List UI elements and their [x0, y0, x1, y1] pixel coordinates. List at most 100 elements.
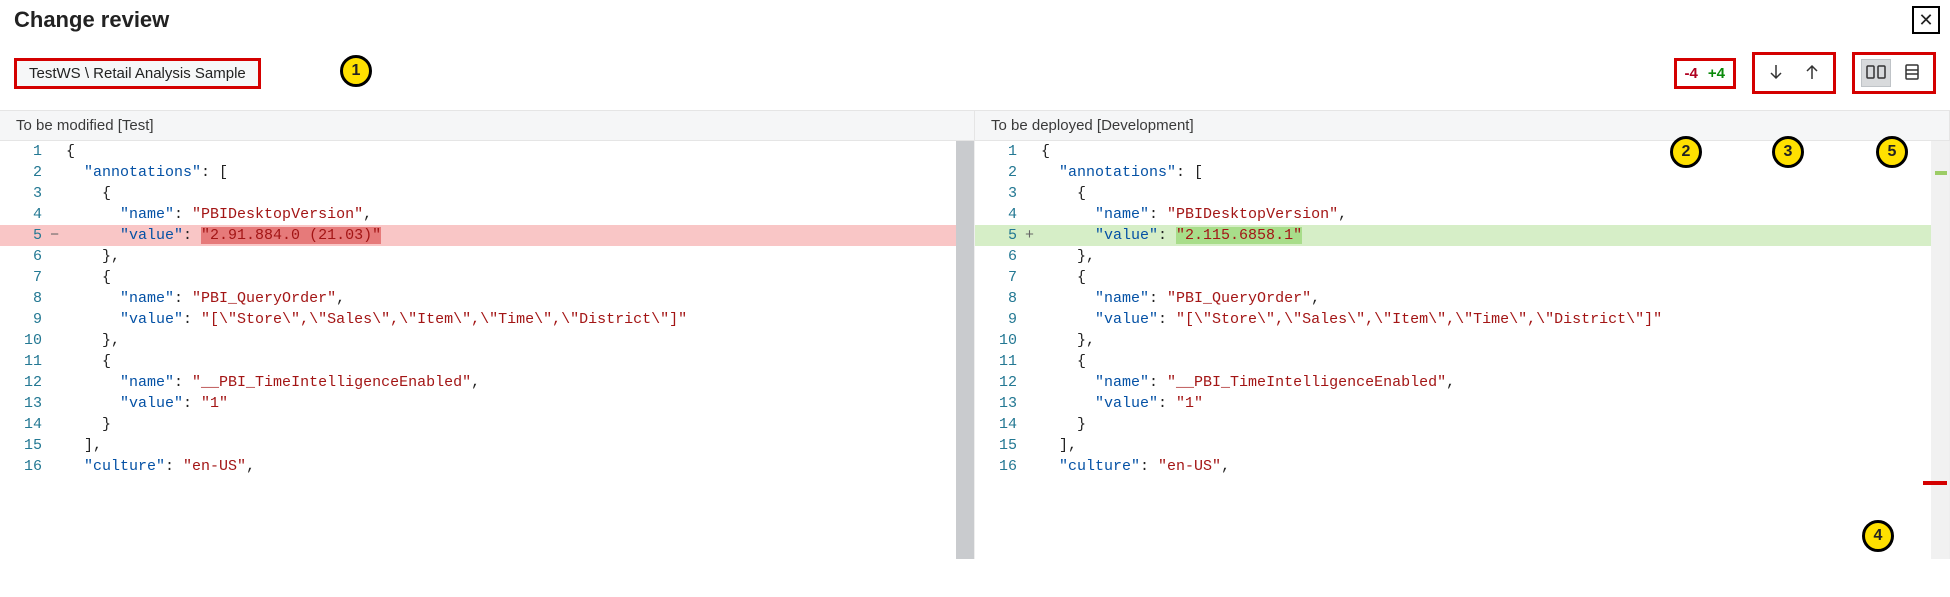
- code-token: "annotations": [1059, 164, 1176, 181]
- side-by-side-icon: [1866, 64, 1886, 83]
- inline-view-button[interactable]: [1897, 59, 1927, 87]
- line-number: 5: [0, 225, 50, 246]
- minimap-del-marker[interactable]: [1923, 481, 1947, 485]
- code-token: "name": [1095, 374, 1149, 391]
- removed-line: 5− "value": "2.91.884.0 (21.03)": [0, 225, 974, 246]
- code-token: "name": [120, 374, 174, 391]
- code-token: "PBI_QueryOrder": [1167, 290, 1311, 307]
- line-number: 6: [0, 246, 50, 267]
- code-token: "culture": [84, 458, 165, 475]
- code-token: : [: [1176, 164, 1203, 181]
- code-token: "name": [1095, 206, 1149, 223]
- code-token: "culture": [1059, 458, 1140, 475]
- file-breadcrumb[interactable]: TestWS \ Retail Analysis Sample: [14, 58, 261, 89]
- line-number: 12: [975, 372, 1025, 393]
- code-token: "1": [1176, 395, 1203, 412]
- code-token: "en-US": [183, 458, 246, 475]
- left-scrollbar[interactable]: [956, 141, 974, 559]
- inline-view-icon: [1904, 64, 1920, 83]
- diff-plus-marker: +: [1025, 225, 1039, 246]
- line-number: 11: [0, 351, 50, 372]
- line-number: 8: [0, 288, 50, 309]
- line-number: 10: [0, 330, 50, 351]
- code-token: {: [66, 143, 75, 160]
- file-breadcrumb-label: TestWS \ Retail Analysis Sample: [29, 65, 246, 82]
- callout-5: 5: [1876, 136, 1908, 168]
- prev-change-button[interactable]: [1797, 59, 1827, 87]
- code-token: "[\"Store\",\"Sales\",\"Item\",\"Time\",…: [201, 311, 687, 328]
- arrow-down-icon: [1768, 63, 1784, 84]
- code-token: "name": [1095, 290, 1149, 307]
- line-number: 16: [0, 456, 50, 477]
- code-token: },: [1077, 332, 1095, 349]
- diff-removed-count: -4: [1685, 65, 1698, 82]
- code-token: "en-US": [1158, 458, 1221, 475]
- code-token: },: [102, 248, 120, 265]
- code-token: "1": [201, 395, 228, 412]
- line-number: 15: [0, 435, 50, 456]
- next-change-button[interactable]: [1761, 59, 1791, 87]
- right-code-pane[interactable]: 1{ 2 "annotations": [ 3 { 4 "name": "PBI…: [975, 141, 1950, 559]
- callout-2: 2: [1670, 136, 1702, 168]
- page-title: Change review: [14, 7, 169, 33]
- line-number: 1: [975, 141, 1025, 162]
- minimap-add-marker[interactable]: [1935, 171, 1947, 175]
- line-number: 9: [975, 309, 1025, 330]
- code-token: "value": [1095, 311, 1158, 328]
- line-number: 1: [0, 141, 50, 162]
- close-button[interactable]: ✕: [1912, 6, 1940, 34]
- line-number: 2: [0, 162, 50, 183]
- code-token: "[\"Store\",\"Sales\",\"Item\",\"Time\",…: [1176, 311, 1662, 328]
- line-number: 12: [0, 372, 50, 393]
- code-token: {: [102, 185, 111, 202]
- line-number: 14: [0, 414, 50, 435]
- code-token: ],: [84, 437, 102, 454]
- code-token: "2.115.6858.1": [1176, 227, 1302, 244]
- line-number: 16: [975, 456, 1025, 477]
- code-token: {: [102, 269, 111, 286]
- code-token: "PBIDesktopVersion": [1167, 206, 1338, 223]
- code-token: "value": [120, 311, 183, 328]
- code-token: "2.91.884.0 (21.03)": [201, 227, 381, 244]
- diff-minus-marker: −: [50, 225, 64, 246]
- line-number: 6: [975, 246, 1025, 267]
- code-token: {: [1041, 143, 1050, 160]
- code-token: ],: [1059, 437, 1077, 454]
- code-token: "value": [1095, 227, 1158, 244]
- line-number: 13: [0, 393, 50, 414]
- line-number: 7: [0, 267, 50, 288]
- close-icon: ✕: [1918, 10, 1933, 31]
- line-number: 2: [975, 162, 1025, 183]
- right-pane-header: To be deployed [Development]: [975, 111, 1950, 140]
- nav-change-group: [1752, 52, 1836, 94]
- callout-1: 1: [340, 55, 372, 87]
- code-token: },: [1077, 248, 1095, 265]
- left-pane-header: To be modified [Test]: [0, 111, 975, 140]
- line-number: 9: [0, 309, 50, 330]
- diff-added-count: +4: [1708, 65, 1725, 82]
- line-number: 11: [975, 351, 1025, 372]
- code-token: "value": [120, 395, 183, 412]
- side-by-side-button[interactable]: [1861, 59, 1891, 87]
- code-token: {: [1077, 185, 1086, 202]
- line-number: 13: [975, 393, 1025, 414]
- code-token: : [: [201, 164, 228, 181]
- code-token: "name": [120, 290, 174, 307]
- code-token: {: [1077, 353, 1086, 370]
- callout-3: 3: [1772, 136, 1804, 168]
- line-number: 3: [0, 183, 50, 204]
- code-token: }: [1077, 416, 1086, 433]
- line-number: 15: [975, 435, 1025, 456]
- code-token: "value": [1095, 395, 1158, 412]
- line-number: 4: [975, 204, 1025, 225]
- code-token: "value": [120, 227, 183, 244]
- code-token: "PBI_QueryOrder": [192, 290, 336, 307]
- line-number: 5: [975, 225, 1025, 246]
- code-token: "annotations": [84, 164, 201, 181]
- diff-count-group: -4 +4: [1674, 58, 1736, 89]
- line-number: 3: [975, 183, 1025, 204]
- right-scrollbar[interactable]: [1931, 141, 1949, 559]
- code-token: "PBIDesktopVersion": [192, 206, 363, 223]
- code-token: }: [102, 416, 111, 433]
- left-code-pane[interactable]: 1{ 2 "annotations": [ 3 { 4 "name": "PBI…: [0, 141, 975, 559]
